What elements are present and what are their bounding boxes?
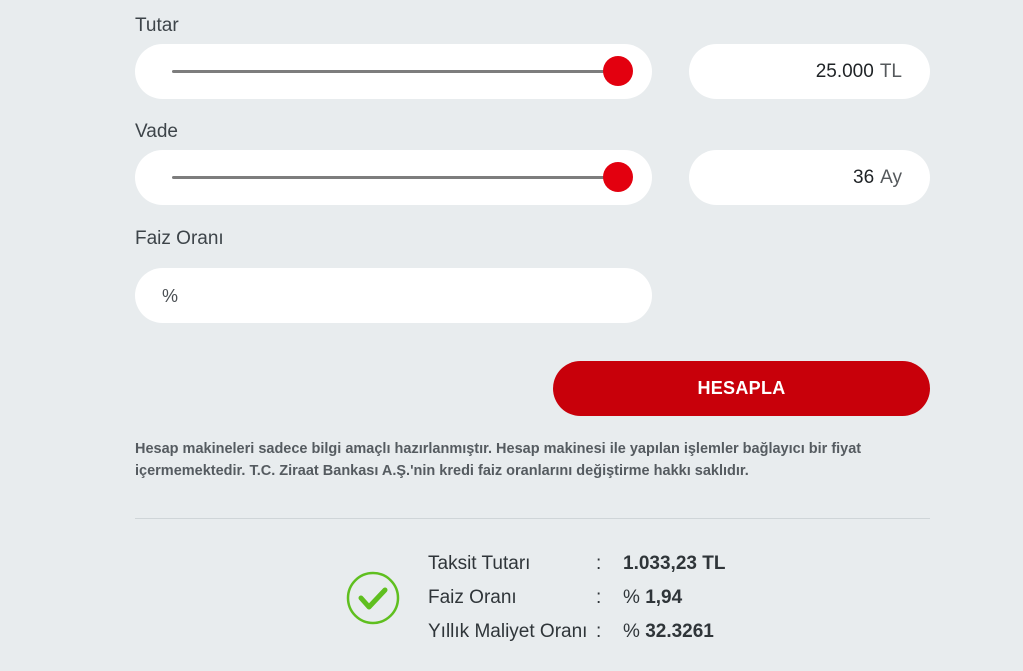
- faiz-input[interactable]: [162, 282, 632, 310]
- vade-label: Vade: [135, 121, 178, 142]
- tutar-value: 25.000: [815, 61, 874, 82]
- vade-slider-track[interactable]: [172, 176, 618, 179]
- vade-value-field[interactable]: 36 Ay: [689, 150, 930, 205]
- result-key: Yıllık Maliyet Oranı: [428, 621, 588, 642]
- result-value: 1.033,23 TL: [623, 553, 726, 574]
- tutar-slider-track[interactable]: [172, 70, 618, 73]
- tutar-slider[interactable]: [135, 44, 652, 99]
- faiz-label: Faiz Oranı: [135, 228, 224, 249]
- vade-value: 36: [853, 167, 875, 188]
- result-value: 1,94: [645, 587, 683, 608]
- result-key: Faiz Oranı: [428, 587, 517, 608]
- result-prefix: %: [623, 621, 640, 642]
- result-colon: :: [596, 587, 602, 608]
- result-prefix: %: [623, 587, 640, 608]
- result-colon: :: [596, 621, 602, 642]
- check-circle-icon: [346, 571, 400, 625]
- result-key: Taksit Tutarı: [428, 553, 531, 574]
- disclaimer-text: Hesap makineleri sadece bilgi amaçlı haz…: [135, 441, 862, 479]
- vade-unit: Ay: [880, 167, 902, 188]
- tutar-label: Tutar: [135, 15, 179, 36]
- tutar-value-field[interactable]: 25.000 TL: [689, 44, 930, 99]
- hesapla-button[interactable]: HESAPLA: [553, 361, 930, 416]
- result-value: 32.3261: [645, 621, 714, 642]
- vade-slider-thumb[interactable]: [603, 162, 633, 192]
- vade-slider[interactable]: [135, 150, 652, 205]
- result-colon: :: [596, 553, 602, 574]
- tutar-unit: TL: [879, 61, 902, 82]
- tutar-slider-thumb[interactable]: [603, 56, 633, 86]
- divider: [135, 518, 930, 519]
